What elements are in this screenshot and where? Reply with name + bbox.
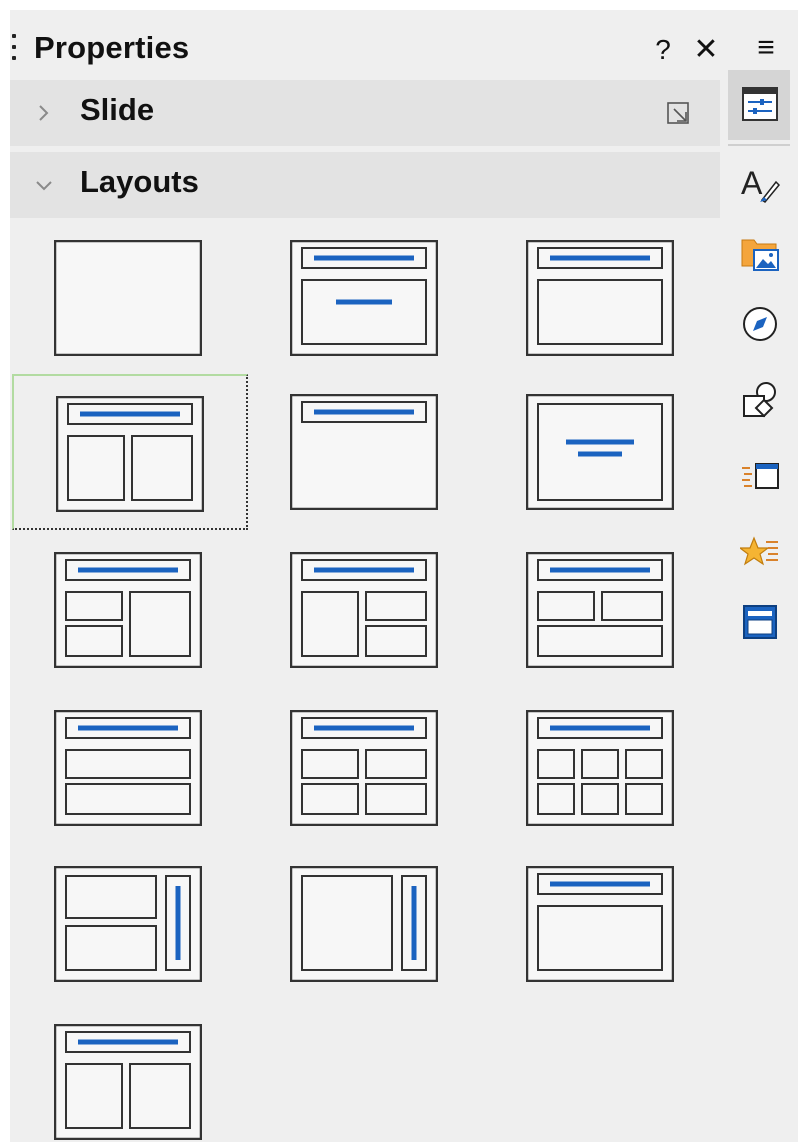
layout-thumbnail-icon [290, 552, 438, 668]
deck-gallery-button[interactable] [728, 218, 790, 288]
properties-icon [742, 87, 778, 121]
shapes-icon [743, 382, 776, 418]
navigator-icon [743, 307, 777, 341]
layout-title-content-over-content[interactable] [12, 690, 248, 846]
layout-thumbnail-icon [54, 710, 202, 826]
layout-thumbnail-icon [526, 866, 674, 982]
layout-title-vertical-2-content[interactable] [12, 846, 248, 1002]
layout-thumbnail-icon [290, 240, 438, 356]
layout-title-2-content[interactable] [12, 374, 248, 530]
deck-separator [728, 144, 790, 146]
deck-styles-button[interactable]: A [728, 150, 790, 220]
layout-title-vertical-content[interactable] [248, 846, 484, 1002]
close-button[interactable]: ✕ [690, 30, 722, 70]
layout-thumbnail-icon [290, 394, 438, 510]
master-slides-icon [743, 605, 777, 639]
deck-properties-button[interactable] [728, 70, 790, 140]
deck-navigator-button[interactable] [728, 290, 790, 360]
help-button[interactable]: ? [648, 30, 678, 70]
layout-thumbnail-icon [290, 866, 438, 982]
layout-thumbnail-icon [54, 866, 202, 982]
layout-thumbnail-icon [54, 1024, 202, 1140]
layout-title-6-content[interactable] [484, 690, 720, 846]
layout-title-2-content-and-content[interactable] [12, 532, 248, 688]
layout-centered-text[interactable] [484, 374, 720, 530]
slide-transition-icon [742, 463, 779, 489]
layout-title-4-content[interactable] [248, 690, 484, 846]
chevron-right-icon [39, 105, 49, 121]
deck-slide-transition-button[interactable] [728, 442, 790, 512]
layout-thumbnail-icon [54, 240, 202, 356]
deck-shapes-button[interactable] [728, 366, 790, 436]
section-slide-header[interactable]: Slide [10, 80, 720, 146]
layout-thumbnail-icon [56, 396, 204, 512]
layout-title-2-content-over-content[interactable] [484, 532, 720, 688]
styles-icon: A [741, 165, 780, 204]
section-slide-label: Slide [80, 92, 155, 127]
layout-thumbnail-icon [54, 552, 202, 668]
layout-title-only[interactable] [248, 374, 484, 530]
layout-thumbnail-icon [526, 240, 674, 356]
layout-title-subtitle[interactable] [248, 220, 484, 376]
sidebar-menu-button[interactable]: ≡ [748, 28, 784, 68]
section-layouts-header[interactable]: Layouts [10, 152, 720, 218]
panel-title: Properties [34, 30, 190, 65]
animation-icon [740, 536, 778, 566]
layout-thumbnail-icon [290, 710, 438, 826]
layout-title-2-content-2[interactable] [12, 1004, 248, 1142]
layout-thumbnail-icon [526, 710, 674, 826]
chevron-down-icon [36, 181, 52, 191]
layout-title-content[interactable] [484, 220, 720, 376]
drag-grip-icon[interactable] [12, 34, 16, 68]
svg-text:A: A [741, 165, 763, 201]
deck-master-slides-button[interactable] [728, 588, 790, 658]
gallery-icon [741, 239, 779, 271]
layout-title-content-and-2-content[interactable] [248, 532, 484, 688]
layout-thumbnail-icon [526, 552, 674, 668]
layout-title-content-2[interactable] [484, 846, 720, 1002]
section-layouts-label: Layouts [80, 164, 199, 199]
layout-blank[interactable] [12, 220, 248, 376]
properties-panel: Properties ? ✕ ≡ Slide Layouts A [10, 10, 798, 1142]
layout-thumbnail-icon [526, 394, 674, 510]
deck-animation-button[interactable] [728, 518, 790, 588]
more-options-icon[interactable] [664, 98, 694, 128]
